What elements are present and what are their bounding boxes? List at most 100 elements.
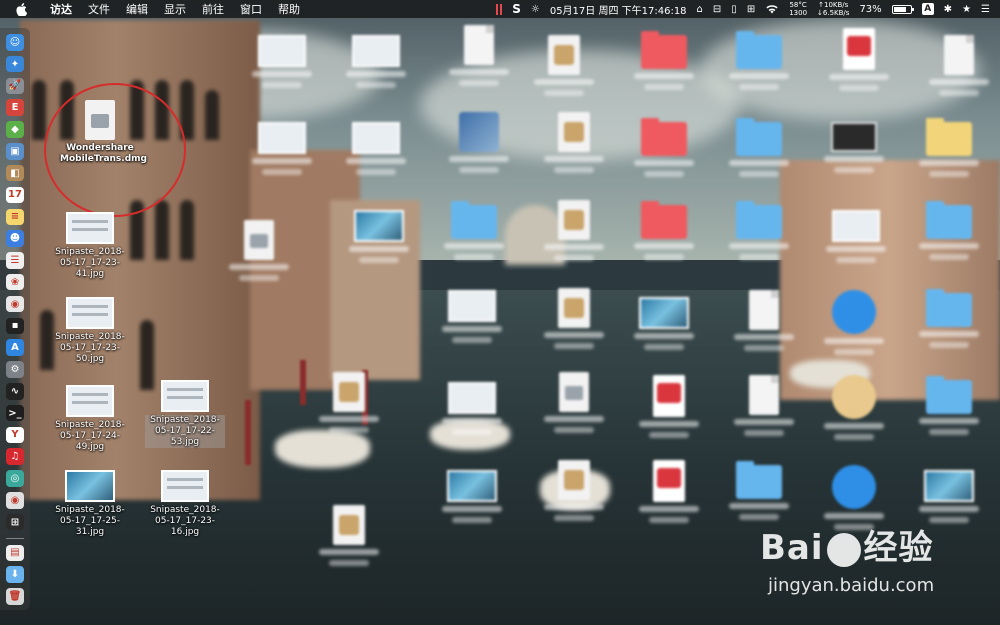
desktop-file[interactable] (624, 201, 704, 264)
desktop-file[interactable]: Snipaste_2018-05-17_17-25-31.jpg (50, 470, 130, 538)
desktop-file[interactable] (439, 25, 519, 90)
dock-contacts-icon[interactable]: ☻ (6, 230, 24, 247)
desktop-file[interactable] (534, 460, 614, 525)
desktop-file[interactable]: Snipaste_2018-05-17_17-23-41.jpg (50, 212, 130, 280)
desktop-file[interactable] (629, 375, 709, 442)
desktop-file[interactable] (439, 112, 519, 177)
screenshot-thumbnail-icon (352, 35, 400, 67)
bluetooth-icon[interactable]: ✱ (944, 4, 952, 15)
desktop-file[interactable] (434, 201, 514, 264)
dock-android-icon[interactable]: ◆ (6, 121, 24, 138)
desktop-file[interactable]: Snipaste_2018-05-17_17-23-16.jpg (145, 470, 225, 538)
desktop-file[interactable] (909, 118, 989, 181)
desktop-file[interactable] (336, 122, 416, 179)
desktop-file[interactable]: Snipaste_2018-05-17_17-22-53.jpg (145, 380, 225, 448)
desktop-file[interactable] (309, 372, 389, 437)
windows-icon[interactable]: ⊞ (747, 4, 755, 15)
desktop-file[interactable] (814, 290, 894, 359)
desktop-file[interactable] (336, 35, 416, 92)
battery-icon[interactable] (891, 4, 914, 14)
notification-center-icon[interactable]: ☰ (981, 4, 990, 15)
desktop-file[interactable] (432, 382, 512, 439)
dock-launchpad-icon[interactable]: 🚀 (6, 77, 24, 95)
dock-preview-icon[interactable]: ▣ (6, 143, 24, 160)
dock-terminal-green-icon[interactable]: ▪ (6, 317, 24, 335)
dock-finder-icon[interactable]: ☺ (6, 34, 24, 51)
desktop-file[interactable] (624, 31, 704, 94)
dock-notes-icon[interactable]: ≡ (6, 208, 24, 226)
dock-app-red-icon[interactable]: E (6, 99, 24, 116)
dock-app-brown-icon[interactable]: ◧ (6, 164, 24, 182)
dock-reminders-icon[interactable]: ☰ (6, 252, 24, 269)
desktop-file[interactable] (432, 470, 512, 527)
apple-menu-icon[interactable] (14, 2, 28, 16)
s-app-icon[interactable]: S (512, 2, 521, 16)
desktop-file[interactable] (624, 297, 704, 354)
desktop-file[interactable] (524, 35, 604, 100)
dock-app-camera-icon[interactable]: ◉ (6, 492, 24, 509)
dock-downloads-folder-icon[interactable]: ⬇ (6, 566, 24, 583)
dock-document-stack-icon[interactable]: ▤ (6, 544, 24, 562)
menu-help[interactable]: 帮助 (270, 1, 308, 17)
desktop-file[interactable] (814, 122, 894, 177)
dock-photos-app-icon[interactable]: ❀ (6, 273, 24, 291)
desktop-file[interactable] (819, 28, 899, 95)
menu-edit[interactable]: 编辑 (118, 1, 156, 17)
menu-window[interactable]: 窗口 (232, 1, 270, 17)
dock-terminal-icon[interactable]: >_ (6, 404, 24, 422)
dock-windows-icon[interactable]: ⊞ (6, 513, 24, 531)
recording-icon[interactable] (496, 3, 503, 15)
wifi-icon[interactable] (765, 4, 779, 14)
desktop-file[interactable] (909, 201, 989, 264)
brightness-icon[interactable]: ☼ (531, 4, 540, 15)
dock-safari-icon[interactable]: ✦ (6, 55, 24, 73)
desktop-file[interactable] (719, 118, 799, 181)
desktop-file[interactable]: Snipaste_2018-05-17_17-23-50.jpg (50, 297, 130, 365)
desktop-item-label (242, 157, 322, 179)
menu-go[interactable]: 前往 (194, 1, 232, 17)
menu-app-name[interactable]: 访达 (42, 1, 80, 17)
desktop-file[interactable] (719, 201, 799, 264)
desktop-file[interactable] (919, 35, 999, 100)
desktop-file[interactable]: Snipaste_2018-05-17_17-24-49.jpg (50, 385, 130, 453)
dock-activity-monitor-icon[interactable]: ∿ (6, 383, 24, 400)
desktop-file[interactable] (534, 372, 614, 437)
desktop-file[interactable] (242, 35, 322, 92)
desktop-file[interactable] (816, 210, 896, 267)
menu-view[interactable]: 显示 (156, 1, 194, 17)
desktop-file[interactable] (432, 290, 512, 347)
disk-icon[interactable]: ⊟ (713, 4, 721, 15)
dock-yandex-icon[interactable]: Y (6, 426, 24, 444)
desktop-file[interactable] (629, 460, 709, 527)
desktop-file[interactable] (814, 375, 894, 444)
network-monitor[interactable]: ↑10KB/s ↓6.5KB/s (817, 1, 849, 17)
desktop-file[interactable] (339, 210, 419, 267)
battery-percent[interactable]: 73% (859, 4, 881, 15)
dock-netease-music-icon[interactable]: ♫ (6, 448, 24, 465)
desktop-file[interactable] (309, 505, 389, 570)
desktop-file[interactable] (909, 289, 989, 352)
desktop-file[interactable] (534, 112, 614, 177)
desktop-file[interactable] (624, 118, 704, 181)
input-method-icon[interactable]: A (921, 3, 934, 15)
dock-calendar-icon[interactable]: 17 (6, 186, 24, 204)
display-icon[interactable]: ⌂ (697, 4, 703, 15)
desktop-file[interactable] (219, 220, 299, 285)
desktop-file[interactable] (534, 288, 614, 353)
desktop-file[interactable] (534, 200, 614, 265)
desktop-file[interactable] (719, 31, 799, 94)
dock-chrome-icon[interactable]: ◉ (6, 295, 24, 313)
cpu-monitor[interactable]: 58°C 1300 (789, 1, 807, 17)
desktop-file[interactable] (724, 375, 804, 440)
dock-app-teal-icon[interactable]: ◎ (6, 470, 24, 487)
desktop-file[interactable] (909, 376, 989, 439)
dock-app-store-icon[interactable]: A (6, 339, 24, 356)
phone-icon[interactable]: ▯ (731, 4, 737, 15)
datetime[interactable]: 05月17日 周四 下午17:46:18 (550, 2, 687, 17)
dock-system-preferences-icon[interactable]: ⚙ (6, 361, 24, 378)
desktop-file[interactable] (724, 290, 804, 355)
menu-file[interactable]: 文件 (80, 1, 118, 17)
dock-trash-icon[interactable]: 🗑 (6, 588, 24, 605)
desktop-file[interactable] (242, 122, 322, 179)
star-icon[interactable]: ★ (962, 4, 971, 15)
